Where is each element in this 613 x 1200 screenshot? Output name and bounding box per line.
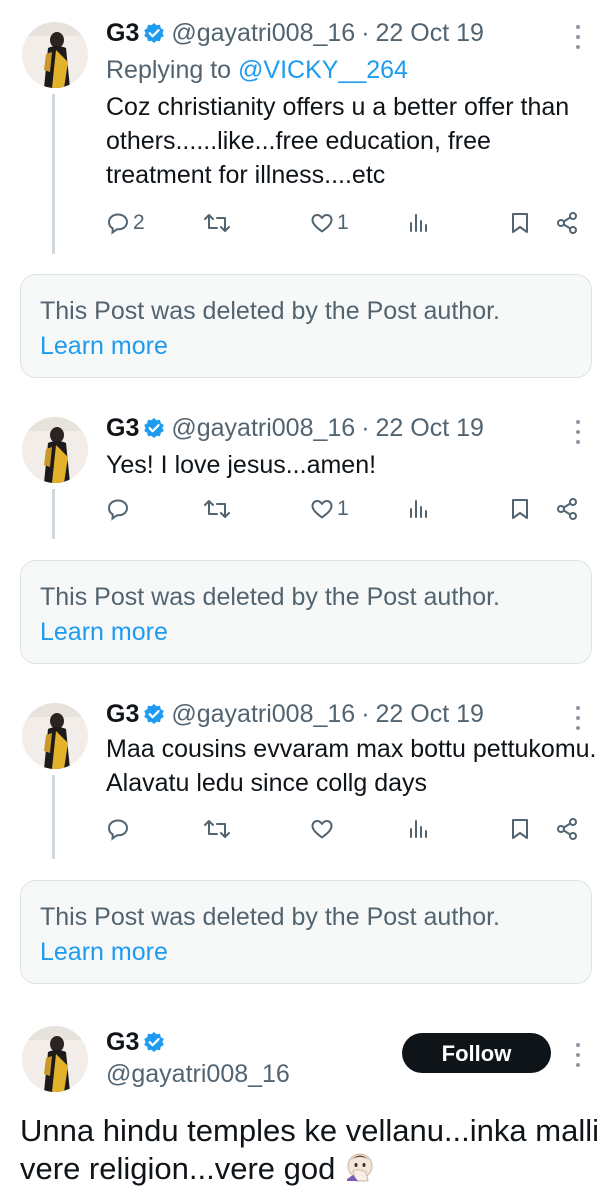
main-post-text-content: Unna hindu temples ke vellanu...inka mal… (20, 1113, 599, 1186)
thread-line (52, 94, 55, 254)
learn-more-link[interactable]: Learn more (40, 936, 168, 968)
author-name[interactable]: G3 (106, 19, 139, 47)
bookmark-button[interactable] (508, 208, 532, 238)
retweet-button[interactable] (203, 208, 231, 238)
separator-dot: · (361, 19, 370, 47)
views-button[interactable] (407, 208, 431, 238)
replying-prefix: Replying to (106, 56, 232, 84)
main-author-handle[interactable]: @gayatri008_16 (106, 1058, 290, 1090)
share-icon (557, 818, 577, 840)
reply-button[interactable] (106, 814, 130, 844)
like-icon (311, 214, 333, 233)
bookmark-button[interactable] (508, 494, 532, 524)
post-text: Coz christianity offers u a better offer… (106, 93, 570, 189)
author-name[interactable]: G3 (106, 1028, 139, 1056)
replying-handle-link[interactable]: @VICKY__264 (238, 56, 408, 84)
author-name[interactable]: G3 (106, 700, 139, 728)
thread-line (52, 775, 55, 859)
share-icon (557, 498, 577, 520)
avatar[interactable] (22, 1026, 88, 1092)
avatar[interactable] (22, 22, 88, 88)
more-icon[interactable] (568, 22, 588, 52)
verified-badge-icon (143, 701, 165, 724)
more-icon[interactable] (568, 417, 588, 447)
share-button[interactable] (555, 494, 579, 524)
bookmark-button[interactable] (508, 814, 532, 844)
avatar[interactable] (22, 417, 88, 483)
separator-dot: · (361, 414, 370, 442)
avatar[interactable] (22, 703, 88, 769)
retweet-icon (204, 820, 230, 838)
author-handle[interactable]: @gayatri008_16 (171, 19, 355, 47)
follow-button[interactable]: Follow (402, 1033, 551, 1073)
post-date[interactable]: 22 Oct 19 (376, 19, 484, 47)
views-icon (410, 500, 427, 518)
post-date[interactable]: 22 Oct 19 (376, 700, 484, 728)
like-icon (311, 820, 333, 839)
like-icon (311, 500, 333, 519)
like-count: 1 (337, 211, 349, 234)
face-with-hand-over-mouth-emoji (344, 1151, 376, 1183)
views-icon (410, 214, 427, 232)
like-button[interactable] (310, 814, 334, 844)
main-author-name[interactable]: G3 (106, 1026, 165, 1058)
post-text: Yes! I love jesus...amen! (106, 451, 377, 479)
separator-dot: · (361, 700, 370, 728)
post-date[interactable]: 22 Oct 19 (376, 414, 484, 442)
reply-button[interactable]: 2 (106, 208, 145, 238)
deleted-message: This Post was deleted by the Post author… (40, 903, 500, 931)
retweet-button[interactable] (203, 814, 231, 844)
tweet-header: G3 @gayatri008_16 · 22 Oct 19 (106, 698, 484, 730)
like-button[interactable]: 1 (310, 494, 349, 524)
views-icon (410, 820, 427, 838)
deleted-message: This Post was deleted by the Post author… (40, 583, 500, 611)
verified-badge-icon (143, 415, 165, 438)
tweet-header: G3 @gayatri008_16 · 22 Oct 19 (106, 17, 484, 49)
reply-count: 2 (133, 211, 145, 234)
main-post-text: Unna hindu temples ke vellanu...inka mal… (20, 1112, 600, 1188)
like-button[interactable]: 1 (310, 208, 349, 238)
author-name[interactable]: G3 (106, 414, 139, 442)
share-icon (557, 212, 577, 234)
reply-icon (107, 213, 129, 235)
bookmark-icon (512, 499, 528, 519)
verified-badge-icon (143, 1029, 165, 1052)
retweet-button[interactable] (203, 494, 231, 524)
deleted-post-notice: This Post was deleted by the Post author… (20, 880, 592, 984)
reply-icon (107, 499, 129, 521)
share-button[interactable] (555, 208, 579, 238)
reply-icon (107, 819, 129, 841)
views-button[interactable] (407, 814, 431, 844)
bookmark-icon (512, 819, 528, 839)
author-handle[interactable]: @gayatri008_16 (171, 414, 355, 442)
bookmark-icon (512, 213, 528, 233)
author-handle[interactable]: @gayatri008_16 (171, 700, 355, 728)
learn-more-link[interactable]: Learn more (40, 330, 168, 362)
thread-line (52, 489, 55, 539)
tweet-header: G3 @gayatri008_16 · 22 Oct 19 (106, 412, 484, 444)
retweet-icon (204, 214, 230, 232)
deleted-post-notice: This Post was deleted by the Post author… (20, 274, 592, 378)
post-text: Maa cousins evvaram max bottu pettukomu.… (106, 735, 597, 797)
retweet-icon (204, 500, 230, 518)
more-icon[interactable] (568, 1040, 588, 1070)
like-count: 1 (337, 497, 349, 520)
learn-more-link[interactable]: Learn more (40, 616, 168, 648)
replying-to: Replying to @VICKY__264 (106, 54, 408, 86)
views-button[interactable] (407, 494, 431, 524)
reply-button[interactable] (106, 494, 130, 524)
share-button[interactable] (555, 814, 579, 844)
deleted-message: This Post was deleted by the Post author… (40, 297, 500, 325)
deleted-post-notice: This Post was deleted by the Post author… (20, 560, 592, 664)
verified-badge-icon (143, 20, 165, 43)
more-icon[interactable] (568, 703, 588, 733)
